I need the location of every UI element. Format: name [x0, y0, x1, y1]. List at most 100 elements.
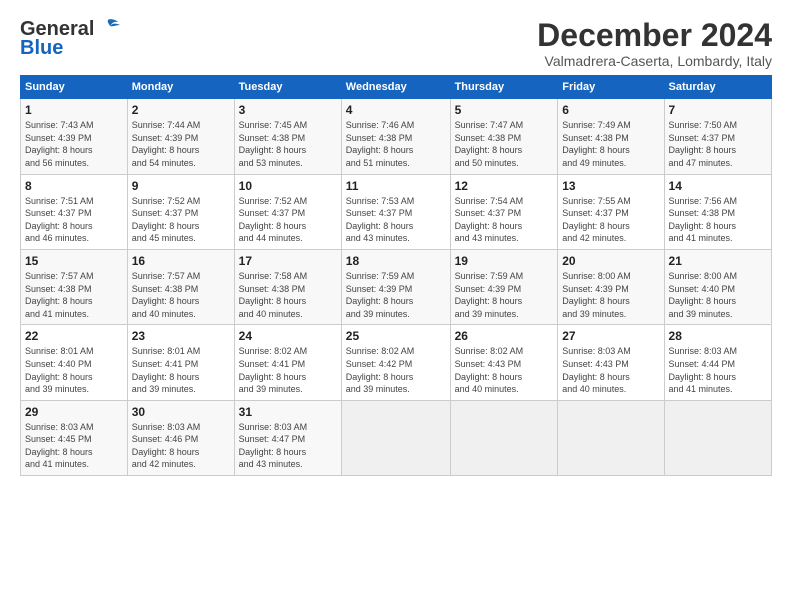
day-number: 27 [562, 329, 659, 343]
day-number: 14 [669, 179, 767, 193]
day-detail: Sunrise: 7:52 AMSunset: 4:37 PMDaylight:… [239, 195, 337, 245]
calendar-day-cell: 27 Sunrise: 8:03 AMSunset: 4:43 PMDayligh… [558, 325, 664, 400]
day-detail: Sunrise: 7:47 AMSunset: 4:38 PMDaylight:… [455, 119, 554, 169]
day-number: 30 [132, 405, 230, 419]
day-detail: Sunrise: 8:03 AMSunset: 4:45 PMDaylight:… [25, 421, 123, 471]
location-title: Valmadrera-Caserta, Lombardy, Italy [537, 53, 772, 69]
day-detail: Sunrise: 8:02 AMSunset: 4:41 PMDaylight:… [239, 345, 337, 395]
calendar-day-cell: 23Sunrise: 8:01 AMSunset: 4:41 PMDayligh… [127, 325, 234, 400]
day-detail: Sunrise: 8:01 AMSunset: 4:40 PMDaylight:… [25, 345, 123, 395]
day-detail: Sunrise: 7:45 AMSunset: 4:38 PMDaylight:… [239, 119, 337, 169]
calendar-day-cell: 26 Sunrise: 8:02 AMSunset: 4:43 PMDayligh… [450, 325, 558, 400]
day-detail: Sunrise: 8:03 AMSunset: 4:46 PMDaylight:… [132, 421, 230, 471]
calendar-day-cell: 18 Sunrise: 7:59 AMSunset: 4:39 PMDayligh… [341, 249, 450, 324]
day-number: 2 [132, 103, 230, 117]
day-detail: Sunrise: 7:46 AMSunset: 4:38 PMDaylight:… [346, 119, 446, 169]
calendar-day-cell: 17 Sunrise: 7:58 AMSunset: 4:38 PMDayligh… [234, 249, 341, 324]
logo-blue: Blue [20, 37, 63, 60]
calendar-day-cell: 20Sunrise: 8:00 AMSunset: 4:39 PMDayligh… [558, 249, 664, 324]
day-number: 18 [346, 254, 446, 268]
calendar-week-row: 8 Sunrise: 7:51 AMSunset: 4:37 PMDaylight… [21, 174, 772, 249]
calendar-day-cell: 29Sunrise: 8:03 AMSunset: 4:45 PMDayligh… [21, 400, 128, 475]
logo-bird-icon [96, 18, 120, 38]
calendar-day-cell [558, 400, 664, 475]
calendar-day-cell: 14 Sunrise: 7:56 AMSunset: 4:38 PMDayligh… [664, 174, 771, 249]
day-number: 13 [562, 179, 659, 193]
day-number: 23 [132, 329, 230, 343]
calendar-day-cell: 24 Sunrise: 8:02 AMSunset: 4:41 PMDayligh… [234, 325, 341, 400]
calendar-day-cell: 28 Sunrise: 8:03 AMSunset: 4:44 PMDayligh… [664, 325, 771, 400]
day-detail: Sunrise: 7:56 AMSunset: 4:38 PMDaylight:… [669, 195, 767, 245]
col-header-wednesday: Wednesday [341, 76, 450, 99]
day-number: 10 [239, 179, 337, 193]
calendar-week-row: 1Sunrise: 7:43 AMSunset: 4:39 PMDaylight… [21, 99, 772, 174]
col-header-tuesday: Tuesday [234, 76, 341, 99]
calendar-day-cell: 10 Sunrise: 7:52 AMSunset: 4:37 PMDayligh… [234, 174, 341, 249]
day-detail: Sunrise: 7:59 AMSunset: 4:39 PMDaylight:… [455, 270, 554, 320]
day-detail: Sunrise: 7:57 AMSunset: 4:38 PMDaylight:… [25, 270, 123, 320]
day-number: 19 [455, 254, 554, 268]
day-number: 16 [132, 254, 230, 268]
day-number: 28 [669, 329, 767, 343]
day-number: 11 [346, 179, 446, 193]
day-detail: Sunrise: 7:52 AMSunset: 4:37 PMDaylight:… [132, 195, 230, 245]
calendar-day-cell: 13 Sunrise: 7:55 AMSunset: 4:37 PMDayligh… [558, 174, 664, 249]
calendar-week-row: 15 Sunrise: 7:57 AMSunset: 4:38 PMDayligh… [21, 249, 772, 324]
day-detail: Sunrise: 8:02 AMSunset: 4:43 PMDaylight:… [455, 345, 554, 395]
day-number: 8 [25, 179, 123, 193]
day-detail: Sunrise: 7:59 AMSunset: 4:39 PMDaylight:… [346, 270, 446, 320]
day-detail: Sunrise: 7:49 AMSunset: 4:38 PMDaylight:… [562, 119, 659, 169]
day-number: 4 [346, 103, 446, 117]
day-number: 1 [25, 103, 123, 117]
day-number: 3 [239, 103, 337, 117]
calendar-day-cell: 15 Sunrise: 7:57 AMSunset: 4:38 PMDayligh… [21, 249, 128, 324]
calendar-day-cell: 16 Sunrise: 7:57 AMSunset: 4:38 PMDayligh… [127, 249, 234, 324]
header: General Blue December 2024 Valmadrera-Ca… [20, 18, 772, 69]
day-number: 7 [669, 103, 767, 117]
calendar-day-cell: 8 Sunrise: 7:51 AMSunset: 4:37 PMDaylight… [21, 174, 128, 249]
day-number: 20 [562, 254, 659, 268]
month-title: December 2024 [537, 18, 772, 53]
col-header-sunday: Sunday [21, 76, 128, 99]
calendar-day-cell: 4 Sunrise: 7:46 AMSunset: 4:38 PMDaylight… [341, 99, 450, 174]
day-number: 22 [25, 329, 123, 343]
calendar-day-cell: 9Sunrise: 7:52 AMSunset: 4:37 PMDaylight… [127, 174, 234, 249]
day-detail: Sunrise: 8:03 AMSunset: 4:47 PMDaylight:… [239, 421, 337, 471]
calendar-day-cell: 12 Sunrise: 7:54 AMSunset: 4:37 PMDayligh… [450, 174, 558, 249]
day-number: 6 [562, 103, 659, 117]
day-detail: Sunrise: 7:53 AMSunset: 4:37 PMDaylight:… [346, 195, 446, 245]
day-number: 26 [455, 329, 554, 343]
col-header-thursday: Thursday [450, 76, 558, 99]
calendar-day-cell [341, 400, 450, 475]
col-header-friday: Friday [558, 76, 664, 99]
day-detail: Sunrise: 7:50 AMSunset: 4:37 PMDaylight:… [669, 119, 767, 169]
col-header-saturday: Saturday [664, 76, 771, 99]
calendar-day-cell: 25Sunrise: 8:02 AMSunset: 4:42 PMDayligh… [341, 325, 450, 400]
day-detail: Sunrise: 7:44 AMSunset: 4:39 PMDaylight:… [132, 119, 230, 169]
day-number: 17 [239, 254, 337, 268]
calendar-table: SundayMondayTuesdayWednesdayThursdayFrid… [20, 75, 772, 476]
day-detail: Sunrise: 8:02 AMSunset: 4:42 PMDaylight:… [346, 345, 446, 395]
day-number: 24 [239, 329, 337, 343]
day-detail: Sunrise: 7:51 AMSunset: 4:37 PMDaylight:… [25, 195, 123, 245]
calendar-day-cell: 6 Sunrise: 7:49 AMSunset: 4:38 PMDaylight… [558, 99, 664, 174]
day-detail: Sunrise: 8:03 AMSunset: 4:44 PMDaylight:… [669, 345, 767, 395]
day-number: 31 [239, 405, 337, 419]
calendar-page: General Blue December 2024 Valmadrera-Ca… [0, 0, 792, 488]
calendar-week-row: 29Sunrise: 8:03 AMSunset: 4:45 PMDayligh… [21, 400, 772, 475]
calendar-day-cell: 19 Sunrise: 7:59 AMSunset: 4:39 PMDayligh… [450, 249, 558, 324]
day-number: 12 [455, 179, 554, 193]
day-number: 15 [25, 254, 123, 268]
calendar-day-cell: 1Sunrise: 7:43 AMSunset: 4:39 PMDaylight… [21, 99, 128, 174]
day-detail: Sunrise: 7:55 AMSunset: 4:37 PMDaylight:… [562, 195, 659, 245]
title-block: December 2024 Valmadrera-Caserta, Lombar… [537, 18, 772, 69]
calendar-day-cell: 2 Sunrise: 7:44 AMSunset: 4:39 PMDaylight… [127, 99, 234, 174]
day-detail: Sunrise: 7:54 AMSunset: 4:37 PMDaylight:… [455, 195, 554, 245]
calendar-day-cell: 30 Sunrise: 8:03 AMSunset: 4:46 PMDayligh… [127, 400, 234, 475]
calendar-day-cell: 11 Sunrise: 7:53 AMSunset: 4:37 PMDayligh… [341, 174, 450, 249]
day-detail: Sunrise: 8:03 AMSunset: 4:43 PMDaylight:… [562, 345, 659, 395]
day-detail: Sunrise: 7:58 AMSunset: 4:38 PMDaylight:… [239, 270, 337, 320]
calendar-day-cell: 22 Sunrise: 8:01 AMSunset: 4:40 PMDayligh… [21, 325, 128, 400]
day-detail: Sunrise: 7:57 AMSunset: 4:38 PMDaylight:… [132, 270, 230, 320]
day-number: 21 [669, 254, 767, 268]
